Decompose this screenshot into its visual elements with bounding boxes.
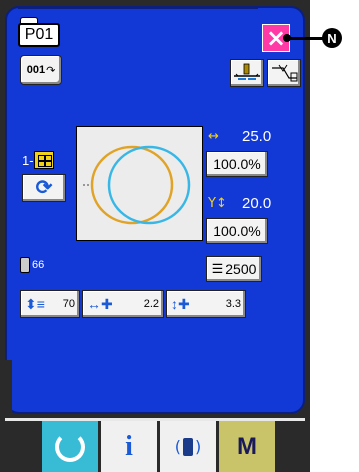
shape-change-button[interactable]: ⟳ — [22, 174, 66, 202]
presser-height-icon — [234, 63, 260, 80]
panel-left-gap — [0, 360, 12, 420]
communication-icon: ( ) — [174, 437, 202, 456]
pattern-number-text: P01 — [24, 26, 54, 43]
counter-icon: ☰ — [211, 261, 224, 276]
blue-circle — [107, 145, 191, 225]
grid-pattern-icon — [33, 151, 54, 169]
x-move-button[interactable]: ↔✚ 2.2 — [82, 290, 164, 318]
thread-trim-button[interactable] — [267, 59, 301, 87]
y-scale-value: 20.0 — [242, 194, 272, 212]
shape-selector: 1- — [22, 150, 64, 170]
stitch-pitch-value: 70 — [62, 298, 75, 310]
thread-trim-icon — [272, 64, 298, 82]
x-scale-value: 25.0 — [242, 127, 272, 145]
tension-icon — [20, 257, 30, 273]
y-move-button[interactable]: ↕✚ 3.3 — [166, 290, 246, 318]
pattern-name-text: 001 — [26, 64, 46, 76]
shape-prefix: 1- — [22, 152, 34, 168]
y-scale-percent-button[interactable]: 100.0% — [206, 218, 268, 244]
callout-marker: N — [322, 28, 342, 48]
arrow-right-icon: ↷ — [46, 64, 56, 77]
x-scale-icon: ↔ — [208, 128, 219, 144]
x-scale-label: ↔ 25.0 — [208, 126, 298, 146]
ready-ring-icon — [55, 431, 85, 462]
callout-letter: N — [327, 30, 337, 46]
y-scale-percent: 100.0% — [213, 223, 261, 239]
y-scale-label: Y↕ 20.0 — [208, 193, 298, 213]
y-move-value: 3.3 — [225, 298, 241, 310]
x-move-value: 2.2 — [143, 298, 159, 310]
counter-button[interactable]: ☰ 2500 — [206, 256, 262, 282]
pattern-number-folder[interactable]: P01 — [18, 17, 62, 47]
pattern-preview-drawing — [83, 145, 191, 225]
mode-button[interactable]: M — [219, 421, 275, 472]
pattern-name-button[interactable]: 001 ↷ — [20, 55, 62, 85]
presser-height-button[interactable] — [230, 59, 264, 87]
panel-top-strip — [18, 6, 258, 9]
info-button[interactable]: i — [101, 421, 157, 472]
refresh-icon: ⟳ — [35, 177, 53, 199]
y-scale-icon: Y↕ — [208, 195, 227, 211]
stitch-pitch-icon: ⬍≡ — [25, 295, 45, 312]
mode-icon: M — [237, 432, 257, 460]
ready-button[interactable] — [42, 421, 98, 472]
pattern-preview — [76, 126, 203, 241]
stitch-pitch-button[interactable]: ⬍≡ 70 — [20, 290, 80, 318]
thread-tension: 66 — [20, 256, 70, 274]
y-move-icon: ↕✚ — [171, 295, 190, 312]
x-scale-percent-button[interactable]: 100.0% — [206, 151, 268, 177]
x-move-icon: ↔✚ — [87, 295, 113, 312]
orange-circle — [90, 145, 174, 225]
thread-tension-value: 66 — [32, 259, 45, 271]
callout-line — [287, 37, 325, 40]
x-scale-percent: 100.0% — [213, 156, 261, 172]
info-icon: i — [125, 430, 133, 462]
communication-button[interactable]: ( ) — [160, 421, 216, 472]
counter-value: 2500 — [225, 261, 257, 277]
